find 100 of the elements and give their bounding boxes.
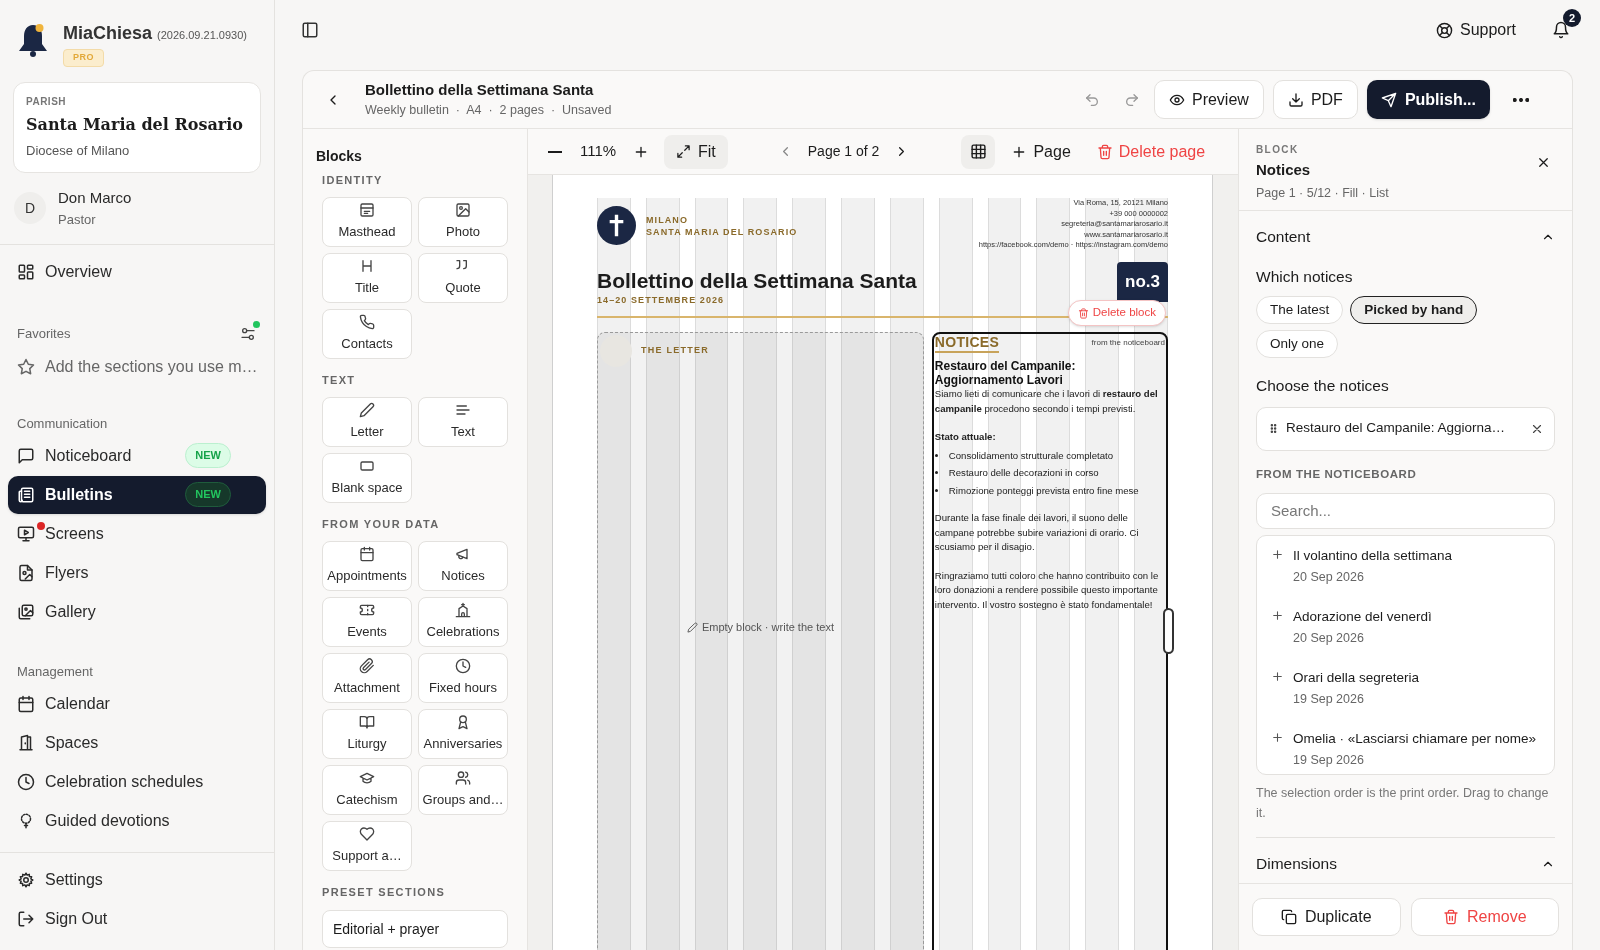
block-button[interactable]: Masthead — [322, 197, 412, 247]
duplicate-button[interactable]: Duplicate — [1252, 898, 1401, 936]
notices-block[interactable] — [931, 332, 1168, 950]
block-button[interactable]: Photo — [418, 197, 508, 247]
undo-icon — [1083, 91, 1100, 108]
sidebar-toggle-button[interactable] — [301, 20, 321, 40]
chosen-notice[interactable]: Restauro del Campanile: Aggiorna… — [1256, 406, 1555, 451]
nav-label: Gallery — [45, 601, 96, 622]
block-button[interactable]: Support a… — [322, 821, 412, 871]
book-icon — [359, 714, 375, 731]
group-title: IDENTITY — [322, 172, 383, 188]
block-button[interactable]: Text — [418, 397, 508, 447]
notice-option[interactable]: Il volantino della settimana 20 Sep 2026 — [1271, 545, 1540, 587]
section-header[interactable]: Content — [1256, 211, 1555, 263]
block-button[interactable]: Fixed hours — [418, 653, 508, 703]
inspector-label: BLOCK — [1256, 143, 1300, 157]
preset-button[interactable]: Editorial + prayer — [322, 910, 508, 948]
block-button[interactable]: Contacts — [322, 309, 412, 359]
nav-item[interactable]: Settings — [8, 860, 266, 899]
plus-icon — [1271, 608, 1284, 622]
nav-item[interactable]: Overview — [8, 252, 266, 291]
add-page-button[interactable]: Page — [1005, 134, 1077, 169]
block-button[interactable]: Celebrations — [418, 597, 508, 647]
search-field[interactable]: Search... — [1256, 492, 1555, 529]
empty-block-hint: Empty block · write the text — [701, 620, 834, 635]
notice-paragraph: Ringraziamo tutti coloro che hanno contribuito con le loro donazioni a rendere possibile questo importante intervento. Il vostro sostegno è stato fondamentale! — [934, 568, 1160, 612]
nav-item[interactable]: Calendar — [8, 684, 266, 723]
block-source: from the noticeboard — [1091, 337, 1165, 349]
users-icon — [455, 770, 471, 787]
door-icon — [17, 733, 35, 752]
trash-icon — [1442, 909, 1459, 925]
field-label: Choose the notices — [1256, 376, 1390, 397]
newspaper-icon — [17, 485, 35, 504]
bell-icon — [1552, 21, 1570, 39]
diocese-name: Diocese of Milano — [26, 142, 131, 160]
pencil-icon — [686, 621, 698, 633]
block-button[interactable]: Anniversaries — [418, 709, 508, 759]
block-button[interactable]: Quote — [418, 253, 508, 303]
send-icon — [1380, 91, 1397, 108]
nav-item[interactable]: Sign Out — [8, 899, 266, 938]
delete-block-button[interactable]: Delete block — [1067, 300, 1166, 326]
plan-badge: PRO — [63, 49, 104, 67]
parish-card[interactable]: PARISH Santa Maria del Rosario Diocese of Milano — [13, 82, 261, 173]
preview-button[interactable]: Preview — [1153, 80, 1264, 119]
remove-button[interactable]: Remove — [1410, 898, 1559, 936]
download-icon — [1287, 91, 1304, 108]
letter-block[interactable]: THE LETTER Empty block · write the text — [597, 332, 924, 950]
section-header[interactable]: Dimensions — [1256, 837, 1555, 883]
parish-name: Santa Maria del Rosario — [26, 114, 244, 136]
bulletin-name: Bollettino della Settimana Santa — [365, 79, 595, 100]
block-button[interactable]: Title — [322, 253, 412, 303]
nav-item[interactable]: Screens — [8, 514, 266, 553]
page-indicator: Page 1 of 2 — [807, 142, 880, 161]
grid-toggle[interactable] — [961, 134, 996, 169]
block-button[interactable]: Notices — [418, 541, 508, 591]
notice-bullet: Restauro delle decorazioni in corso — [948, 466, 1099, 480]
calendar-icon — [359, 546, 375, 563]
sliders-icon — [240, 325, 256, 342]
support-button[interactable]: Support — [1435, 18, 1516, 42]
bulletin-meta: Weekly bulletin · A4 · 2 pages · Unsaved — [365, 102, 612, 120]
nav-label: Flyers — [45, 562, 89, 583]
help-text: The selection order is the print order. Drag to change it. — [1256, 784, 1550, 822]
pdf-button[interactable]: PDF — [1272, 80, 1358, 119]
block-button[interactable]: Blank space — [322, 453, 412, 503]
notice-option[interactable]: Orari della segreteria 19 Sep 2026 — [1271, 667, 1540, 709]
nav-item[interactable]: Guided devotions — [8, 801, 266, 840]
app-version: (2026.09.21.0930) — [157, 28, 247, 43]
block-button[interactable]: Liturgy — [322, 709, 412, 759]
block-button[interactable]: Letter — [322, 397, 412, 447]
church-icon — [455, 602, 471, 619]
city-name: MILANO — [646, 213, 689, 226]
filter-button[interactable] — [240, 325, 256, 342]
resize-handle[interactable] — [1163, 608, 1174, 654]
block-button[interactable]: Groups and… — [418, 765, 508, 815]
new-badge: NEW — [185, 482, 231, 507]
block-button[interactable]: Appointments — [322, 541, 412, 591]
mode-chip[interactable]: The latest — [1256, 296, 1344, 325]
mode-chip[interactable]: Picked by hand — [1350, 296, 1478, 325]
block-button[interactable]: Attachment — [322, 653, 412, 703]
block-button[interactable]: Catechism — [322, 765, 412, 815]
inspector-meta: Page 1 · 5/12 · Fill · List — [1256, 184, 1389, 202]
nav-item[interactable]: Gallery — [8, 592, 266, 631]
fit-button[interactable]: Fit — [664, 134, 728, 169]
trash-icon — [1077, 307, 1089, 319]
nav-item[interactable]: Noticeboard NEW — [8, 436, 266, 475]
block-button[interactable]: Events — [322, 597, 412, 647]
nav-label: Calendar — [45, 693, 110, 714]
delete-page-button[interactable]: Delete page — [1090, 134, 1212, 169]
publish-button[interactable]: Publish... — [1366, 80, 1490, 119]
notice-option[interactable]: Adorazione del venerdì 20 Sep 2026 — [1271, 606, 1540, 648]
favorites-hint: Add the sections you use m… — [45, 356, 258, 377]
nav-label: Settings — [45, 869, 103, 890]
ribbon-icon — [455, 714, 471, 731]
mode-chip[interactable]: Only one — [1256, 330, 1339, 359]
nav-item[interactable]: Flyers — [8, 553, 266, 592]
nav-item[interactable]: Spaces — [8, 723, 266, 762]
nav-item[interactable]: Bulletins NEW — [8, 475, 266, 514]
nav-item[interactable]: Celebration schedules — [8, 762, 266, 801]
plus-icon — [1271, 730, 1284, 744]
notice-option[interactable]: Omelia · «Lasciarsi chiamare per nome» 19 Sep 2026 — [1271, 728, 1540, 770]
